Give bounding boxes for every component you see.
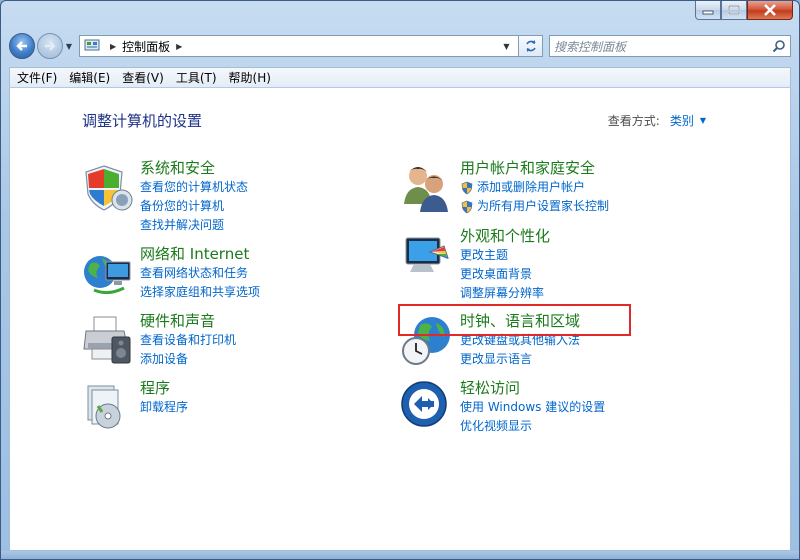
category-title[interactable]: 系统和安全: [140, 158, 248, 178]
control-panel-window: ▼ ▶ 控制面板 ▶ ▼ 搜索控制面板 文件(F) 编辑(E) 查看(V) 工具…: [0, 0, 800, 560]
address-bar[interactable]: ▶ 控制面板 ▶ ▼: [79, 35, 519, 57]
search-placeholder: 搜索控制面板: [554, 39, 627, 54]
category-title[interactable]: 外观和个性化: [460, 226, 550, 246]
link-view-computer-status[interactable]: 查看您的计算机状态: [140, 178, 248, 197]
menu-bar: 文件(F) 编辑(E) 查看(V) 工具(T) 帮助(H): [9, 67, 791, 88]
link-add-remove-users[interactable]: 添加或删除用户帐户: [460, 178, 609, 197]
link-add-device[interactable]: 添加设备: [140, 350, 236, 369]
network-globe-icon[interactable]: [80, 246, 136, 302]
breadcrumb-control-panel[interactable]: 控制面板: [122, 38, 170, 55]
search-input[interactable]: 搜索控制面板: [549, 35, 791, 57]
menu-tools[interactable]: 工具(T): [171, 69, 222, 86]
link-use-windows-recommended[interactable]: 使用 Windows 建议的设置: [460, 398, 605, 417]
search-icon[interactable]: [772, 39, 786, 53]
users-icon[interactable]: [400, 160, 456, 216]
recent-pages-dropdown[interactable]: ▼: [63, 33, 75, 59]
link-homegroup-sharing[interactable]: 选择家庭组和共享选项: [140, 283, 260, 302]
printer-hardware-icon[interactable]: [80, 313, 136, 369]
back-button[interactable]: [9, 33, 35, 59]
maximize-button[interactable]: [721, 1, 747, 20]
chevron-down-icon[interactable]: ▼: [700, 116, 706, 125]
minimize-button[interactable]: [695, 1, 721, 20]
link-change-display-language[interactable]: 更改显示语言: [460, 350, 580, 369]
menu-view[interactable]: 查看(V): [117, 69, 169, 86]
view-by-dropdown[interactable]: 类别: [670, 112, 694, 129]
category-title[interactable]: 硬件和声音: [140, 311, 236, 331]
category-system-security: 系统和安全 查看您的计算机状态 备份您的计算机 查找并解决问题: [80, 158, 248, 235]
link-adjust-resolution[interactable]: 调整屏幕分辨率: [460, 284, 550, 303]
menu-help[interactable]: 帮助(H): [224, 69, 276, 86]
view-by-label: 查看方式:: [607, 114, 660, 128]
breadcrumb-separator-icon[interactable]: ▶: [176, 42, 182, 51]
address-row: ▼ ▶ 控制面板 ▶ ▼ 搜索控制面板: [9, 31, 791, 61]
close-icon: [764, 4, 776, 16]
link-backup-computer[interactable]: 备份您的计算机: [140, 197, 248, 216]
refresh-button[interactable]: [519, 35, 543, 57]
link-change-desktop-background[interactable]: 更改桌面背景: [460, 265, 550, 284]
category-title[interactable]: 网络和 Internet: [140, 244, 260, 264]
category-user-accounts: 用户帐户和家庭安全 添加或删除用户帐户 为所有用户设置家长控制: [400, 158, 609, 216]
breadcrumb-separator-icon[interactable]: ▶: [110, 42, 116, 51]
uac-shield-icon: [461, 181, 473, 194]
link-troubleshoot[interactable]: 查找并解决问题: [140, 216, 248, 235]
link-change-theme[interactable]: 更改主题: [460, 246, 550, 265]
link-parental-controls[interactable]: 为所有用户设置家长控制: [460, 197, 609, 216]
programs-disc-icon[interactable]: [80, 380, 136, 436]
shield-security-icon[interactable]: [80, 160, 136, 216]
close-button[interactable]: [747, 1, 793, 20]
content-area: 调整计算机的设置 查看方式: 类别 ▼ 系统和安全 查看您的计算机状态 备份您的…: [9, 88, 791, 551]
category-hardware-sound: 硬件和声音 查看设备和打印机 添加设备: [80, 311, 236, 369]
page-title: 调整计算机的设置: [82, 112, 203, 130]
link-devices-printers[interactable]: 查看设备和打印机: [140, 331, 236, 350]
back-arrow-icon: [16, 41, 27, 51]
category-programs: 程序 卸载程序: [80, 378, 188, 436]
monitor-palette-icon[interactable]: [400, 228, 456, 284]
minimize-icon: [702, 10, 714, 15]
uac-shield-icon: [461, 200, 473, 213]
link-optimize-video-display[interactable]: 优化视频显示: [460, 417, 605, 436]
category-title[interactable]: 用户帐户和家庭安全: [460, 158, 609, 178]
forward-button[interactable]: [37, 33, 63, 59]
category-network-internet: 网络和 Internet 查看网络状态和任务 选择家庭组和共享选项: [80, 244, 260, 302]
caption-buttons: [695, 1, 793, 21]
highlight-box: [398, 304, 631, 336]
refresh-icon: [525, 40, 536, 52]
link-view-network-status[interactable]: 查看网络状态和任务: [140, 264, 260, 283]
view-by: 查看方式: 类别 ▼: [608, 112, 706, 129]
forward-arrow-icon: [45, 41, 56, 51]
menu-edit[interactable]: 编辑(E): [64, 69, 115, 86]
category-title[interactable]: 程序: [140, 378, 188, 398]
category-appearance: 外观和个性化 更改主题 更改桌面背景 调整屏幕分辨率: [400, 226, 550, 303]
window-bottom-frame: [1, 551, 799, 559]
link-uninstall-program[interactable]: 卸载程序: [140, 398, 188, 417]
category-title[interactable]: 轻松访问: [460, 378, 605, 398]
address-history-dropdown[interactable]: ▼: [498, 42, 514, 51]
control-panel-icon: [84, 39, 100, 51]
menu-file[interactable]: 文件(F): [12, 69, 62, 86]
maximize-icon: [728, 5, 740, 15]
category-ease-of-access: 轻松访问 使用 Windows 建议的设置 优化视频显示: [400, 378, 605, 436]
ease-of-access-icon[interactable]: [400, 380, 456, 436]
